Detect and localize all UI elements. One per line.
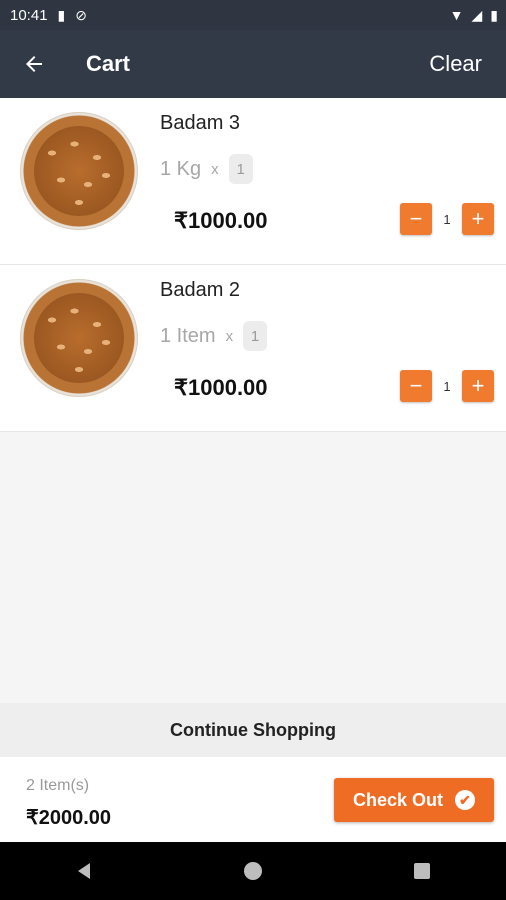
check-circle-icon: ✔ <box>455 790 476 810</box>
quantity-value: 1 <box>443 211 451 227</box>
status-time: 10:41 <box>10 6 48 24</box>
quantity-value: 1 <box>443 378 451 394</box>
items-count: 2 Item(s) <box>26 777 90 794</box>
product-image <box>20 279 138 397</box>
product-price: ₹1000.00 <box>174 208 268 233</box>
cart-list: Badam 3 1 Kg x 1 ₹1000.00 − 1 + Badam 2 … <box>0 98 506 432</box>
decrease-button[interactable]: − <box>400 370 432 402</box>
cart-footer: 2 Item(s) ₹2000.00 Check Out ✔ <box>0 757 506 842</box>
no-disturb-icon: ⊘ <box>75 6 87 23</box>
unit-row: 1 Kg x 1 <box>160 154 253 184</box>
clear-button[interactable]: Clear <box>429 51 482 77</box>
unit-row: 1 Item x 1 <box>160 321 268 351</box>
increase-button[interactable]: + <box>462 370 494 402</box>
quantity-stepper: − 1 + <box>400 203 494 235</box>
unit-qty-badge: 1 <box>243 321 268 351</box>
unit-label: 1 Kg <box>160 157 202 180</box>
cart-item: Badam 3 1 Kg x 1 ₹1000.00 − 1 + <box>0 98 506 265</box>
sd-card-icon: ▮ <box>57 6 66 23</box>
circle-home-icon <box>243 862 262 880</box>
product-name: Badam 2 <box>160 279 241 301</box>
checkout-label: Check Out <box>352 789 444 810</box>
product-image <box>20 112 138 230</box>
checkout-button[interactable]: Check Out ✔ <box>334 778 494 822</box>
cart-total: ₹2000.00 <box>26 807 112 829</box>
wifi-icon: ▼ <box>449 7 464 23</box>
product-name: Badam 3 <box>160 112 241 134</box>
app-bar: Cart Clear <box>0 30 506 98</box>
multiply-sign: x <box>225 327 234 345</box>
signal-icon: ◢ <box>471 6 483 23</box>
status-right: ▼ ◢ ▮ <box>450 7 498 24</box>
system-nav-bar <box>0 842 506 900</box>
battery-icon: ▮ <box>490 6 498 23</box>
multiply-sign: x <box>211 160 219 178</box>
nav-recents-button[interactable] <box>402 851 442 891</box>
continue-shopping-button[interactable]: Continue Shopping <box>0 703 506 757</box>
unit-label: 1 Item <box>160 324 216 347</box>
product-price: ₹1000.00 <box>174 375 268 400</box>
increase-button[interactable]: + <box>462 203 494 235</box>
cart-item: Badam 2 1 Item x 1 ₹1000.00 − 1 + <box>0 265 506 432</box>
unit-qty-badge: 1 <box>228 154 253 184</box>
decrease-button[interactable]: − <box>400 203 432 235</box>
back-arrow-icon[interactable] <box>22 52 46 76</box>
triangle-back-icon <box>78 863 91 879</box>
square-recents-icon <box>413 863 430 879</box>
status-bar: 10:41 ▮ ⊘ ▼ ◢ ▮ <box>0 0 506 30</box>
nav-home-button[interactable] <box>233 851 273 891</box>
nav-back-button[interactable] <box>64 851 104 891</box>
quantity-stepper: − 1 + <box>400 370 494 402</box>
page-title: Cart <box>86 51 131 76</box>
